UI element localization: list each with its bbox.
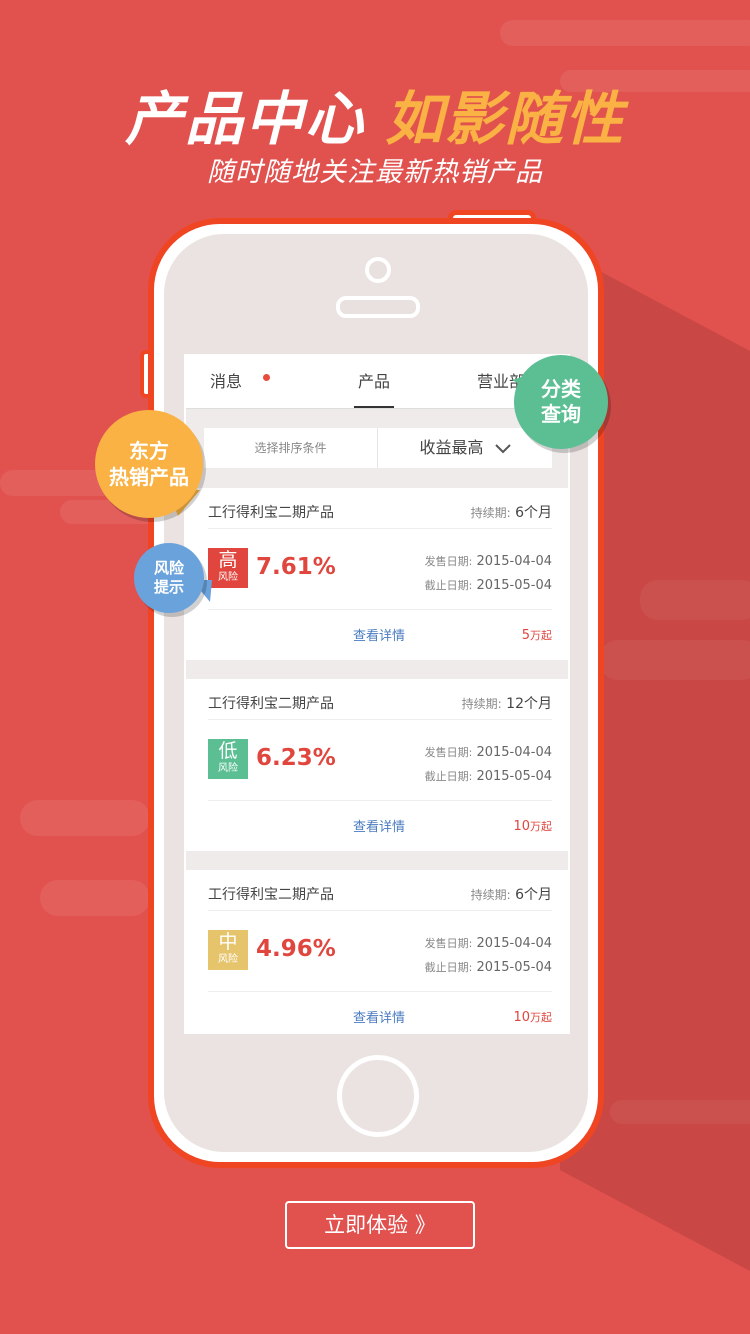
sale-date-label: 发售日期:	[424, 746, 473, 759]
duration-value: 6个月	[515, 887, 552, 903]
duration-label: 持续期:	[461, 697, 502, 711]
tab-messages[interactable]: 消息	[210, 356, 242, 408]
min-amount: 5万起	[522, 627, 552, 643]
phone-speaker	[336, 296, 420, 318]
end-date-label: 截止日期:	[424, 579, 473, 592]
view-detail-link[interactable]: 查看详情	[186, 1007, 568, 1026]
try-now-button[interactable]: 立即体验 》	[285, 1201, 475, 1249]
product-name: 工行得利宝二期产品	[208, 505, 334, 521]
sort-placeholder: 选择排序条件	[254, 441, 327, 455]
product-card: 工行得利宝二期产品 持续期: 6个月 高 风险 7.61% 发售日期: 2015…	[186, 488, 568, 660]
phone-home-button	[337, 1055, 419, 1137]
view-detail-link[interactable]: 查看详情	[186, 625, 568, 644]
product-name: 工行得利宝二期产品	[208, 696, 334, 712]
end-date: 2015-05-04	[476, 960, 552, 975]
risk-level: 中	[218, 931, 238, 953]
risk-suffix: 风险	[218, 954, 238, 965]
product-rate: 6.23%	[256, 745, 336, 771]
sort-bar: 选择排序条件 收益最高	[204, 428, 552, 468]
product-duration: 持续期: 6个月	[471, 884, 552, 904]
risk-bubble-line1: 风险	[153, 559, 184, 577]
product-rate: 7.61%	[256, 554, 336, 580]
min-amount-unit: 万起	[530, 820, 552, 833]
sort-condition-selector[interactable]: 选择排序条件	[204, 428, 378, 468]
end-date: 2015-05-04	[476, 578, 552, 593]
hot-bubble-line2: 热销产品	[109, 465, 189, 489]
risk-badge: 高 风险	[208, 548, 248, 588]
view-detail-link[interactable]: 查看详情	[186, 816, 568, 835]
page-title: 产品中心 如影随性	[0, 72, 750, 156]
product-duration: 持续期: 12个月	[462, 693, 552, 713]
sale-date: 2015-04-04	[476, 554, 552, 569]
divider	[208, 910, 552, 911]
background-stripe	[500, 20, 750, 46]
title-accent: 如影随性	[385, 85, 626, 153]
hot-bubble-line1: 东方	[129, 439, 169, 463]
divider	[208, 719, 552, 720]
duration-value: 6个月	[515, 505, 552, 521]
product-card: 工行得利宝二期产品 持续期: 6个月 中 风险 4.96% 发售日期: 2015…	[186, 870, 568, 1032]
sort-selected-value: 收益最高	[419, 438, 484, 457]
product-duration: 持续期: 6个月	[471, 502, 552, 522]
risk-tip-bubble: 风险 提示	[134, 543, 204, 613]
product-dates: 发售日期: 2015-04-04 截止日期: 2015-05-04	[425, 550, 552, 598]
duration-label: 持续期:	[470, 888, 511, 902]
app-screen: 消息 产品 营业部 选择排序条件 收益最高 工行得利宝二期产品 持续期: 6个月…	[184, 354, 570, 1034]
sale-date: 2015-04-04	[476, 745, 552, 760]
min-amount-value: 10	[513, 819, 530, 834]
min-amount: 10万起	[513, 1009, 552, 1025]
min-amount-unit: 万起	[530, 1011, 552, 1024]
risk-badge: 中 风险	[208, 930, 248, 970]
risk-level: 高	[218, 549, 238, 571]
end-date: 2015-05-04	[476, 769, 552, 784]
category-query-bubble: 分类 查询	[514, 355, 608, 449]
phone-camera	[365, 257, 391, 283]
sale-date-label: 发售日期:	[424, 937, 473, 950]
background-stripe	[20, 800, 150, 836]
unread-dot-icon	[263, 374, 270, 381]
risk-suffix: 风险	[218, 572, 238, 583]
sale-date-label: 发售日期:	[424, 555, 473, 568]
title-main: 产品中心	[124, 85, 365, 153]
product-dates: 发售日期: 2015-04-04 截止日期: 2015-05-04	[425, 932, 552, 980]
page-subtitle: 随时随地关注最新热销产品	[207, 157, 543, 188]
risk-badge: 低 风险	[208, 739, 248, 779]
divider	[208, 800, 552, 801]
duration-label: 持续期:	[470, 506, 511, 520]
tab-products[interactable]: 产品	[354, 356, 394, 408]
background-stripe	[40, 880, 150, 916]
min-amount-unit: 万起	[530, 629, 552, 642]
hot-products-bubble: 东方 热销产品	[95, 410, 203, 518]
divider	[208, 609, 552, 610]
category-bubble-line2: 查询	[541, 402, 581, 426]
min-amount-value: 10	[513, 1010, 530, 1025]
min-amount-value: 5	[521, 628, 530, 643]
product-rate: 4.96%	[256, 936, 336, 962]
risk-bubble-line2: 提示	[153, 578, 184, 596]
duration-value: 12个月	[506, 696, 552, 712]
product-card: 工行得利宝二期产品 持续期: 12个月 低 风险 6.23% 发售日期: 201…	[186, 679, 568, 851]
tab-products-label: 产品	[357, 372, 390, 391]
end-date-label: 截止日期:	[424, 770, 473, 783]
product-name: 工行得利宝二期产品	[208, 887, 334, 903]
product-dates: 发售日期: 2015-04-04 截止日期: 2015-05-04	[425, 741, 552, 789]
category-bubble-line1: 分类	[541, 377, 581, 401]
end-date-label: 截止日期:	[424, 961, 473, 974]
tab-messages-label: 消息	[210, 372, 243, 391]
divider	[208, 991, 552, 992]
chevron-down-icon	[494, 443, 511, 453]
divider	[208, 528, 552, 529]
risk-level: 低	[218, 740, 238, 762]
sale-date: 2015-04-04	[476, 936, 552, 951]
risk-suffix: 风险	[218, 763, 238, 774]
min-amount: 10万起	[513, 818, 552, 834]
